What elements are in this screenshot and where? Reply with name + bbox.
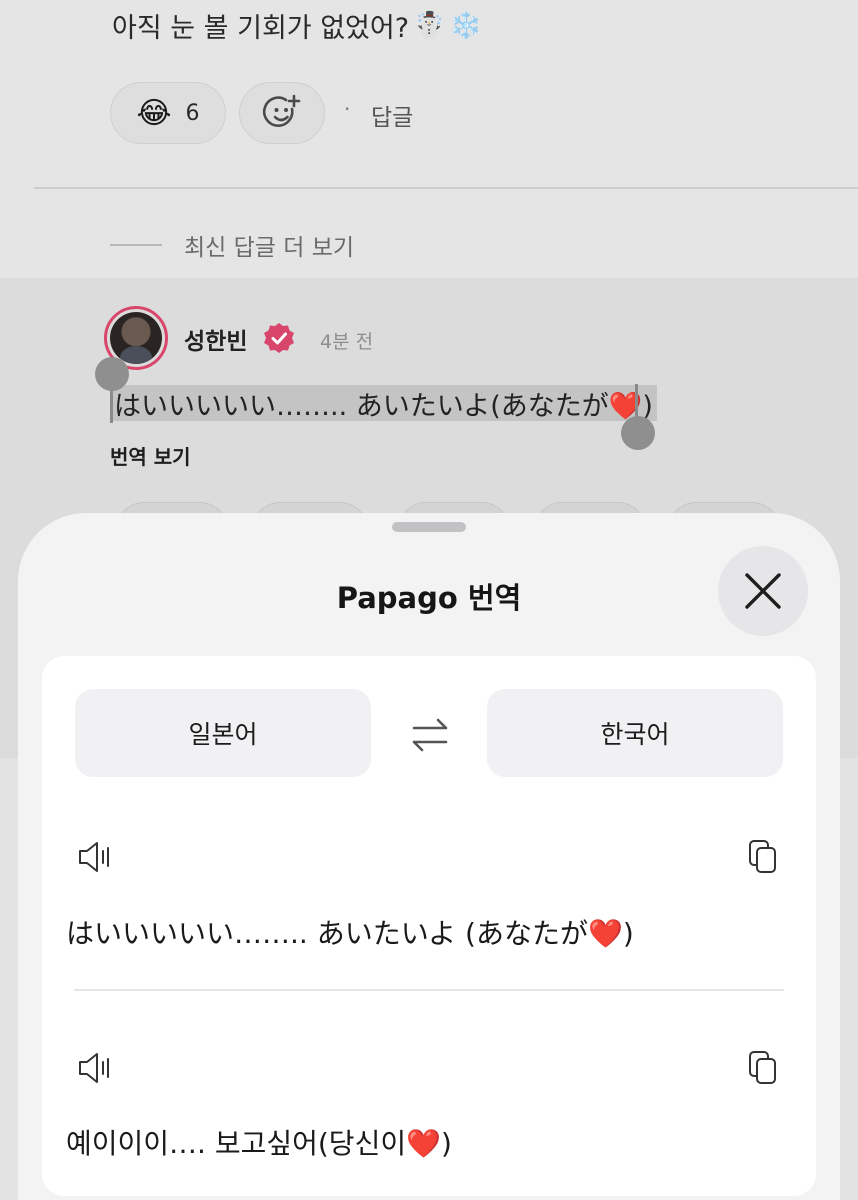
reaction-pill[interactable]: 😂 6 <box>110 82 226 144</box>
laughing-crying-emoji: 😂 <box>136 95 172 131</box>
speaker-icon[interactable] <box>77 840 113 874</box>
sheet-drag-handle[interactable] <box>392 522 466 532</box>
selected-reply-text[interactable]: はいいいいい…….. あいたいよ(あなたが❤️) <box>110 385 657 422</box>
selection-handle-start[interactable] <box>95 357 129 391</box>
separator-dot: · <box>344 97 351 121</box>
snowman-emoji: ☃️ <box>413 10 446 41</box>
comment-body: 아직 눈 볼 기회가 없었어? <box>112 13 410 44</box>
translated-text: 예이이이…. 보고싶어(당신이❤️) <box>66 1127 452 1160</box>
divider <box>34 187 858 189</box>
card-divider <box>74 989 784 991</box>
translation-sheet: Papago 번역 일본어 한국어 はいいいいい…….. あいたいよ (あなたが… <box>18 513 840 1200</box>
add-reaction-icon <box>262 94 301 127</box>
selection-handle-end[interactable] <box>621 416 655 450</box>
sheet-title: Papago 번역 <box>336 581 522 615</box>
verified-badge-icon <box>264 323 294 353</box>
comment-text: 아직 눈 볼 기회가 없었어? ☃️ ❄️ <box>112 6 482 45</box>
copy-icon[interactable] <box>748 1050 778 1086</box>
speaker-icon[interactable] <box>77 1051 113 1085</box>
translation-card: 일본어 한국어 はいいいいい…….. あいたいよ (あなたが❤️) 예이이이….… <box>42 656 816 1196</box>
source-text: はいいいいい…….. あいたいよ (あなたが❤️) <box>66 917 634 950</box>
author-name[interactable]: 성한빈 <box>184 322 247 356</box>
copy-icon[interactable] <box>748 839 778 875</box>
avatar-photo <box>110 312 162 364</box>
target-language-button[interactable]: 한국어 <box>487 689 783 777</box>
close-icon <box>745 573 781 609</box>
reply-text: はいいいいい…….. あいたいよ(あなたが❤️) <box>114 390 653 422</box>
reply-button[interactable]: 답글 <box>371 98 413 132</box>
swap-arrows-icon[interactable] <box>408 713 452 757</box>
reply-timestamp: 4분 전 <box>320 331 374 353</box>
add-reaction-button[interactable] <box>239 82 325 144</box>
source-language-button[interactable]: 일본어 <box>75 689 371 777</box>
more-replies-button[interactable]: 최신 답글 더 보기 <box>184 228 354 262</box>
close-button[interactable] <box>718 546 808 636</box>
view-translation-button[interactable]: 번역 보기 <box>110 441 191 470</box>
more-replies-line <box>110 244 162 246</box>
snowflake-emoji: ❄️ <box>449 10 482 41</box>
reaction-count: 6 <box>185 100 200 126</box>
